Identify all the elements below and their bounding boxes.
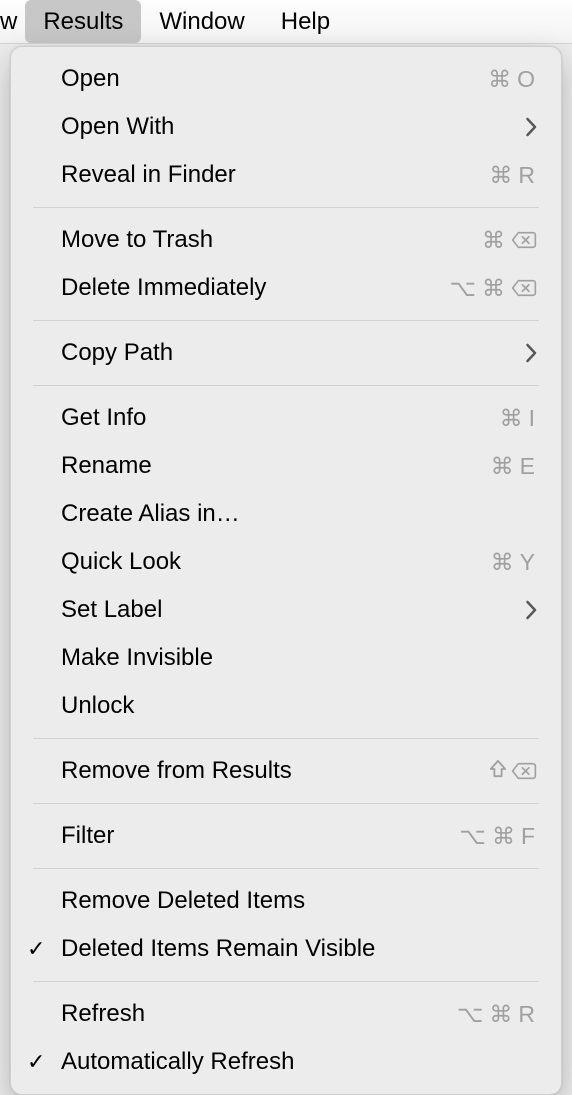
menu-shortcut: ⌥⌘F: [459, 825, 537, 848]
menu-shortcut: ⌘Y: [491, 551, 537, 574]
menu-item-filter[interactable]: Filter⌥⌘F: [11, 812, 561, 860]
shortcut-key: R: [518, 1003, 537, 1026]
delete-icon: [511, 230, 537, 250]
menu-separator: [33, 803, 539, 804]
menu-item-get-info[interactable]: Get Info⌘I: [11, 394, 561, 442]
menu-shortcut: ⌥⌘R: [457, 1003, 537, 1026]
menubar-item-label: Results: [43, 8, 123, 36]
menu-shortcut: ⌥⌘: [449, 277, 537, 300]
menu-item-label: Refresh: [61, 1002, 457, 1026]
command-icon: ⌘: [488, 68, 513, 91]
menu-item-rename[interactable]: Rename⌘E: [11, 442, 561, 490]
menu-item-open-with[interactable]: Open With: [11, 103, 561, 151]
results-menu: Open⌘OOpen WithReveal in Finder⌘RMove to…: [10, 46, 562, 1095]
command-icon: ⌘: [492, 825, 517, 848]
menu-item-label: Rename: [61, 454, 491, 478]
shortcut-key: O: [517, 68, 537, 91]
menu-item-label: Copy Path: [61, 341, 526, 365]
menu-item-quick-look[interactable]: Quick Look⌘Y: [11, 538, 561, 586]
option-icon: ⌥: [459, 825, 488, 848]
menu-item-label: Open With: [61, 115, 526, 139]
menu-item-label: Unlock: [61, 694, 537, 718]
menu-item-set-label[interactable]: Set Label: [11, 586, 561, 634]
menu-item-label: Reveal in Finder: [61, 163, 489, 187]
menubar-partial-label: w: [0, 8, 17, 36]
menubar-item-results[interactable]: Results: [25, 0, 141, 43]
menu-item-refresh[interactable]: Refresh⌥⌘R: [11, 990, 561, 1038]
menu-separator: [33, 207, 539, 208]
command-icon: ⌘: [482, 277, 507, 300]
chevron-right-icon: [526, 343, 537, 363]
menu-item-copy-path[interactable]: Copy Path: [11, 329, 561, 377]
menu-item-label: Remove Deleted Items: [61, 889, 537, 913]
shortcut-key: Y: [520, 551, 537, 574]
chevron-right-icon: [526, 117, 537, 137]
menu-item-label: Automatically Refresh: [61, 1050, 537, 1074]
chevron-right-icon: [526, 600, 537, 620]
menu-shortcut: ⌘R: [489, 164, 537, 187]
command-icon: ⌘: [491, 551, 516, 574]
command-icon: ⌘: [489, 1003, 514, 1026]
menu-item-move-to-trash[interactable]: Move to Trash⌘: [11, 216, 561, 264]
menu-item-label: Deleted Items Remain Visible: [61, 937, 537, 961]
menu-item-label: Quick Look: [61, 550, 491, 574]
menu-item-delete-immediately[interactable]: Delete Immediately⌥⌘: [11, 264, 561, 312]
option-icon: ⌥: [457, 1003, 486, 1026]
menubar-item-partial[interactable]: w: [0, 0, 25, 43]
shortcut-key: F: [521, 825, 537, 848]
option-icon: ⌥: [449, 277, 478, 300]
menu-item-automatically-refresh[interactable]: ✓ Automatically Refresh: [11, 1038, 561, 1086]
menubar-item-label: Help: [281, 8, 330, 36]
menu-item-remove-from-results[interactable]: Remove from Results: [11, 747, 561, 795]
menu-shortcut: [489, 759, 537, 783]
command-icon: ⌘: [482, 229, 507, 252]
menu-item-make-invisible[interactable]: Make Invisible: [11, 634, 561, 682]
menu-item-label: Set Label: [61, 598, 526, 622]
menu-separator: [33, 320, 539, 321]
menu-shortcut: ⌘E: [491, 455, 537, 478]
shortcut-key: I: [529, 407, 537, 430]
menu-item-label: Filter: [61, 824, 459, 848]
menubar-item-label: Window: [159, 8, 244, 36]
menu-separator: [33, 385, 539, 386]
check-icon: ✓: [27, 1051, 45, 1073]
menu-item-label: Open: [61, 67, 488, 91]
menu-separator: [33, 981, 539, 982]
menu-item-reveal-in-finder[interactable]: Reveal in Finder⌘R: [11, 151, 561, 199]
menu-item-deleted-items-remain-visible[interactable]: ✓ Deleted Items Remain Visible: [11, 925, 561, 973]
menu-item-label: Move to Trash: [61, 228, 482, 252]
menubar: w Results Window Help: [0, 0, 572, 44]
shortcut-key: R: [518, 164, 537, 187]
command-icon: ⌘: [489, 164, 514, 187]
menu-separator: [33, 868, 539, 869]
menu-shortcut: ⌘: [482, 229, 537, 252]
menubar-item-window[interactable]: Window: [141, 0, 262, 43]
shortcut-key: E: [520, 455, 537, 478]
menu-item-open[interactable]: Open⌘O: [11, 55, 561, 103]
command-icon: ⌘: [491, 455, 516, 478]
menu-item-remove-deleted-items[interactable]: Remove Deleted Items: [11, 877, 561, 925]
check-icon: ✓: [27, 938, 45, 960]
menu-item-unlock[interactable]: Unlock: [11, 682, 561, 730]
menu-item-label: Create Alias in…: [61, 502, 537, 526]
menu-separator: [33, 738, 539, 739]
menu-item-label: Make Invisible: [61, 646, 537, 670]
menu-shortcut: ⌘I: [500, 407, 537, 430]
delete-icon: [511, 761, 537, 781]
command-icon: ⌘: [500, 407, 525, 430]
menu-item-label: Remove from Results: [61, 759, 489, 783]
menubar-item-help[interactable]: Help: [263, 0, 348, 43]
menu-shortcut: ⌘O: [488, 68, 537, 91]
menu-item-label: Delete Immediately: [61, 276, 449, 300]
shift-icon: [489, 759, 507, 783]
delete-icon: [511, 278, 537, 298]
menu-item-label: Get Info: [61, 406, 500, 430]
menu-item-create-alias-in[interactable]: Create Alias in…: [11, 490, 561, 538]
